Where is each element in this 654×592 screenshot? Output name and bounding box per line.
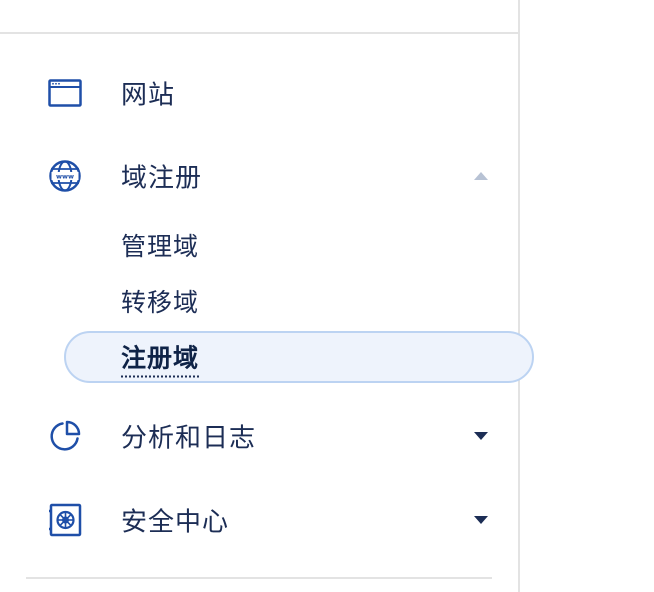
sidebar-item-security-center[interactable]: 安全中心: [0, 492, 518, 548]
sidebar-item-domain-registration[interactable]: www 域注册: [0, 148, 518, 204]
sidebar-subitem-register-domain[interactable]: 注册域: [0, 330, 534, 386]
sidebar-subitem-label: 注册域: [121, 339, 200, 378]
svg-text:www: www: [56, 173, 74, 181]
sidebar-item-analytics-logs[interactable]: 分析和日志: [0, 408, 518, 464]
vault-safe-icon: [47, 502, 83, 538]
sidebar-subitem-label: 转移域: [121, 288, 200, 317]
bottom-divider: [26, 577, 492, 579]
browser-window-icon: [47, 75, 83, 111]
sidebar-item-label: 安全中心: [121, 507, 230, 538]
sidebar-subitem-transfer-domains[interactable]: 转移域: [0, 277, 518, 325]
sidebar-item-websites[interactable]: 网站: [0, 65, 518, 121]
chevron-up-icon[interactable]: [472, 170, 490, 182]
sidebar-item-label: 网站: [121, 80, 176, 111]
sidebar-nav: 网站 www 域注册 管理域 转移域 注册域 分析和日志 安全中心: [0, 0, 534, 592]
chevron-down-icon[interactable]: [472, 430, 490, 442]
sidebar-subitem-label: 管理域: [121, 232, 200, 261]
sidebar-item-label: 域注册: [121, 163, 203, 194]
globe-www-icon: www: [47, 158, 83, 194]
top-divider: [0, 32, 518, 34]
pie-chart-icon: [47, 418, 83, 454]
sidebar-item-label: 分析和日志: [121, 423, 257, 454]
sidebar-subitem-manage-domains[interactable]: 管理域: [0, 221, 518, 269]
chevron-down-icon[interactable]: [472, 514, 490, 526]
